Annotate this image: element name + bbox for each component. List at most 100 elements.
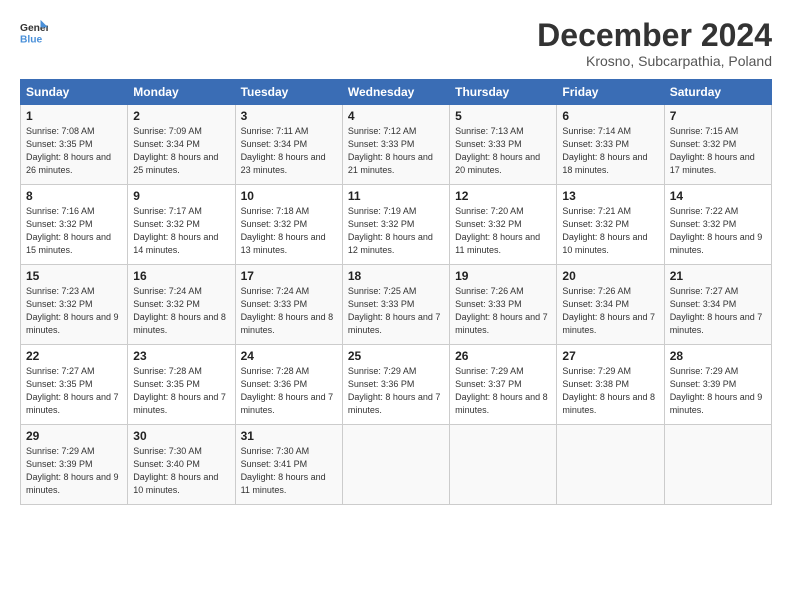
calendar-cell: 1 Sunrise: 7:08 AMSunset: 3:35 PMDayligh… [21, 105, 128, 185]
calendar-cell: 19 Sunrise: 7:26 AMSunset: 3:33 PMDaylig… [450, 265, 557, 345]
calendar-cell: 9 Sunrise: 7:17 AMSunset: 3:32 PMDayligh… [128, 185, 235, 265]
calendar-cell: 29 Sunrise: 7:29 AMSunset: 3:39 PMDaylig… [21, 425, 128, 505]
calendar-table: Sunday Monday Tuesday Wednesday Thursday… [20, 79, 772, 505]
day-info: Sunrise: 7:25 AMSunset: 3:33 PMDaylight:… [348, 286, 441, 335]
day-info: Sunrise: 7:29 AMSunset: 3:36 PMDaylight:… [348, 366, 441, 415]
col-saturday: Saturday [664, 80, 771, 105]
calendar-cell: 18 Sunrise: 7:25 AMSunset: 3:33 PMDaylig… [342, 265, 449, 345]
day-number: 25 [348, 349, 444, 363]
day-info: Sunrise: 7:24 AMSunset: 3:33 PMDaylight:… [241, 286, 334, 335]
calendar-cell: 22 Sunrise: 7:27 AMSunset: 3:35 PMDaylig… [21, 345, 128, 425]
day-number: 3 [241, 109, 337, 123]
header: General Blue December 2024 Krosno, Subca… [20, 18, 772, 69]
calendar-cell: 3 Sunrise: 7:11 AMSunset: 3:34 PMDayligh… [235, 105, 342, 185]
day-number: 1 [26, 109, 122, 123]
day-info: Sunrise: 7:15 AMSunset: 3:32 PMDaylight:… [670, 126, 755, 175]
day-info: Sunrise: 7:29 AMSunset: 3:39 PMDaylight:… [26, 446, 119, 495]
day-info: Sunrise: 7:16 AMSunset: 3:32 PMDaylight:… [26, 206, 111, 255]
day-info: Sunrise: 7:12 AMSunset: 3:33 PMDaylight:… [348, 126, 433, 175]
month-title: December 2024 [537, 18, 772, 53]
day-number: 6 [562, 109, 658, 123]
day-number: 7 [670, 109, 766, 123]
day-info: Sunrise: 7:09 AMSunset: 3:34 PMDaylight:… [133, 126, 218, 175]
day-info: Sunrise: 7:27 AMSunset: 3:34 PMDaylight:… [670, 286, 763, 335]
calendar-cell: 13 Sunrise: 7:21 AMSunset: 3:32 PMDaylig… [557, 185, 664, 265]
day-number: 31 [241, 429, 337, 443]
calendar-cell: 14 Sunrise: 7:22 AMSunset: 3:32 PMDaylig… [664, 185, 771, 265]
calendar-cell: 7 Sunrise: 7:15 AMSunset: 3:32 PMDayligh… [664, 105, 771, 185]
day-info: Sunrise: 7:18 AMSunset: 3:32 PMDaylight:… [241, 206, 326, 255]
calendar-cell: 15 Sunrise: 7:23 AMSunset: 3:32 PMDaylig… [21, 265, 128, 345]
day-number: 23 [133, 349, 229, 363]
calendar-cell [664, 425, 771, 505]
header-row: Sunday Monday Tuesday Wednesday Thursday… [21, 80, 772, 105]
col-wednesday: Wednesday [342, 80, 449, 105]
week-row-5: 29 Sunrise: 7:29 AMSunset: 3:39 PMDaylig… [21, 425, 772, 505]
col-monday: Monday [128, 80, 235, 105]
day-number: 18 [348, 269, 444, 283]
day-number: 27 [562, 349, 658, 363]
day-info: Sunrise: 7:28 AMSunset: 3:36 PMDaylight:… [241, 366, 334, 415]
calendar-cell: 31 Sunrise: 7:30 AMSunset: 3:41 PMDaylig… [235, 425, 342, 505]
day-number: 17 [241, 269, 337, 283]
day-info: Sunrise: 7:28 AMSunset: 3:35 PMDaylight:… [133, 366, 226, 415]
logo-icon: General Blue [20, 18, 48, 46]
location-title: Krosno, Subcarpathia, Poland [537, 53, 772, 69]
day-info: Sunrise: 7:30 AMSunset: 3:40 PMDaylight:… [133, 446, 218, 495]
title-area: December 2024 Krosno, Subcarpathia, Pola… [537, 18, 772, 69]
day-info: Sunrise: 7:26 AMSunset: 3:33 PMDaylight:… [455, 286, 548, 335]
day-number: 11 [348, 189, 444, 203]
day-info: Sunrise: 7:21 AMSunset: 3:32 PMDaylight:… [562, 206, 647, 255]
calendar-cell: 10 Sunrise: 7:18 AMSunset: 3:32 PMDaylig… [235, 185, 342, 265]
day-info: Sunrise: 7:13 AMSunset: 3:33 PMDaylight:… [455, 126, 540, 175]
day-number: 8 [26, 189, 122, 203]
day-number: 15 [26, 269, 122, 283]
calendar-cell: 20 Sunrise: 7:26 AMSunset: 3:34 PMDaylig… [557, 265, 664, 345]
day-info: Sunrise: 7:08 AMSunset: 3:35 PMDaylight:… [26, 126, 111, 175]
col-sunday: Sunday [21, 80, 128, 105]
day-number: 13 [562, 189, 658, 203]
day-number: 5 [455, 109, 551, 123]
day-info: Sunrise: 7:30 AMSunset: 3:41 PMDaylight:… [241, 446, 326, 495]
day-number: 12 [455, 189, 551, 203]
day-info: Sunrise: 7:14 AMSunset: 3:33 PMDaylight:… [562, 126, 647, 175]
calendar-cell: 4 Sunrise: 7:12 AMSunset: 3:33 PMDayligh… [342, 105, 449, 185]
calendar-cell: 2 Sunrise: 7:09 AMSunset: 3:34 PMDayligh… [128, 105, 235, 185]
calendar-cell: 25 Sunrise: 7:29 AMSunset: 3:36 PMDaylig… [342, 345, 449, 425]
day-info: Sunrise: 7:24 AMSunset: 3:32 PMDaylight:… [133, 286, 226, 335]
calendar-cell: 16 Sunrise: 7:24 AMSunset: 3:32 PMDaylig… [128, 265, 235, 345]
calendar-cell: 11 Sunrise: 7:19 AMSunset: 3:32 PMDaylig… [342, 185, 449, 265]
day-number: 30 [133, 429, 229, 443]
day-info: Sunrise: 7:29 AMSunset: 3:37 PMDaylight:… [455, 366, 548, 415]
day-number: 19 [455, 269, 551, 283]
col-thursday: Thursday [450, 80, 557, 105]
week-row-3: 15 Sunrise: 7:23 AMSunset: 3:32 PMDaylig… [21, 265, 772, 345]
day-number: 21 [670, 269, 766, 283]
day-number: 24 [241, 349, 337, 363]
day-info: Sunrise: 7:23 AMSunset: 3:32 PMDaylight:… [26, 286, 119, 335]
calendar-cell: 30 Sunrise: 7:30 AMSunset: 3:40 PMDaylig… [128, 425, 235, 505]
day-info: Sunrise: 7:11 AMSunset: 3:34 PMDaylight:… [241, 126, 326, 175]
day-number: 16 [133, 269, 229, 283]
week-row-1: 1 Sunrise: 7:08 AMSunset: 3:35 PMDayligh… [21, 105, 772, 185]
col-tuesday: Tuesday [235, 80, 342, 105]
calendar-cell [342, 425, 449, 505]
day-number: 9 [133, 189, 229, 203]
day-info: Sunrise: 7:22 AMSunset: 3:32 PMDaylight:… [670, 206, 763, 255]
day-number: 14 [670, 189, 766, 203]
calendar-page: General Blue December 2024 Krosno, Subca… [0, 0, 792, 612]
calendar-cell: 8 Sunrise: 7:16 AMSunset: 3:32 PMDayligh… [21, 185, 128, 265]
day-info: Sunrise: 7:26 AMSunset: 3:34 PMDaylight:… [562, 286, 655, 335]
day-info: Sunrise: 7:20 AMSunset: 3:32 PMDaylight:… [455, 206, 540, 255]
day-number: 22 [26, 349, 122, 363]
week-row-2: 8 Sunrise: 7:16 AMSunset: 3:32 PMDayligh… [21, 185, 772, 265]
svg-text:Blue: Blue [20, 34, 43, 45]
calendar-cell: 5 Sunrise: 7:13 AMSunset: 3:33 PMDayligh… [450, 105, 557, 185]
day-number: 29 [26, 429, 122, 443]
day-number: 10 [241, 189, 337, 203]
day-info: Sunrise: 7:19 AMSunset: 3:32 PMDaylight:… [348, 206, 433, 255]
col-friday: Friday [557, 80, 664, 105]
calendar-cell: 24 Sunrise: 7:28 AMSunset: 3:36 PMDaylig… [235, 345, 342, 425]
calendar-cell: 21 Sunrise: 7:27 AMSunset: 3:34 PMDaylig… [664, 265, 771, 345]
day-number: 28 [670, 349, 766, 363]
